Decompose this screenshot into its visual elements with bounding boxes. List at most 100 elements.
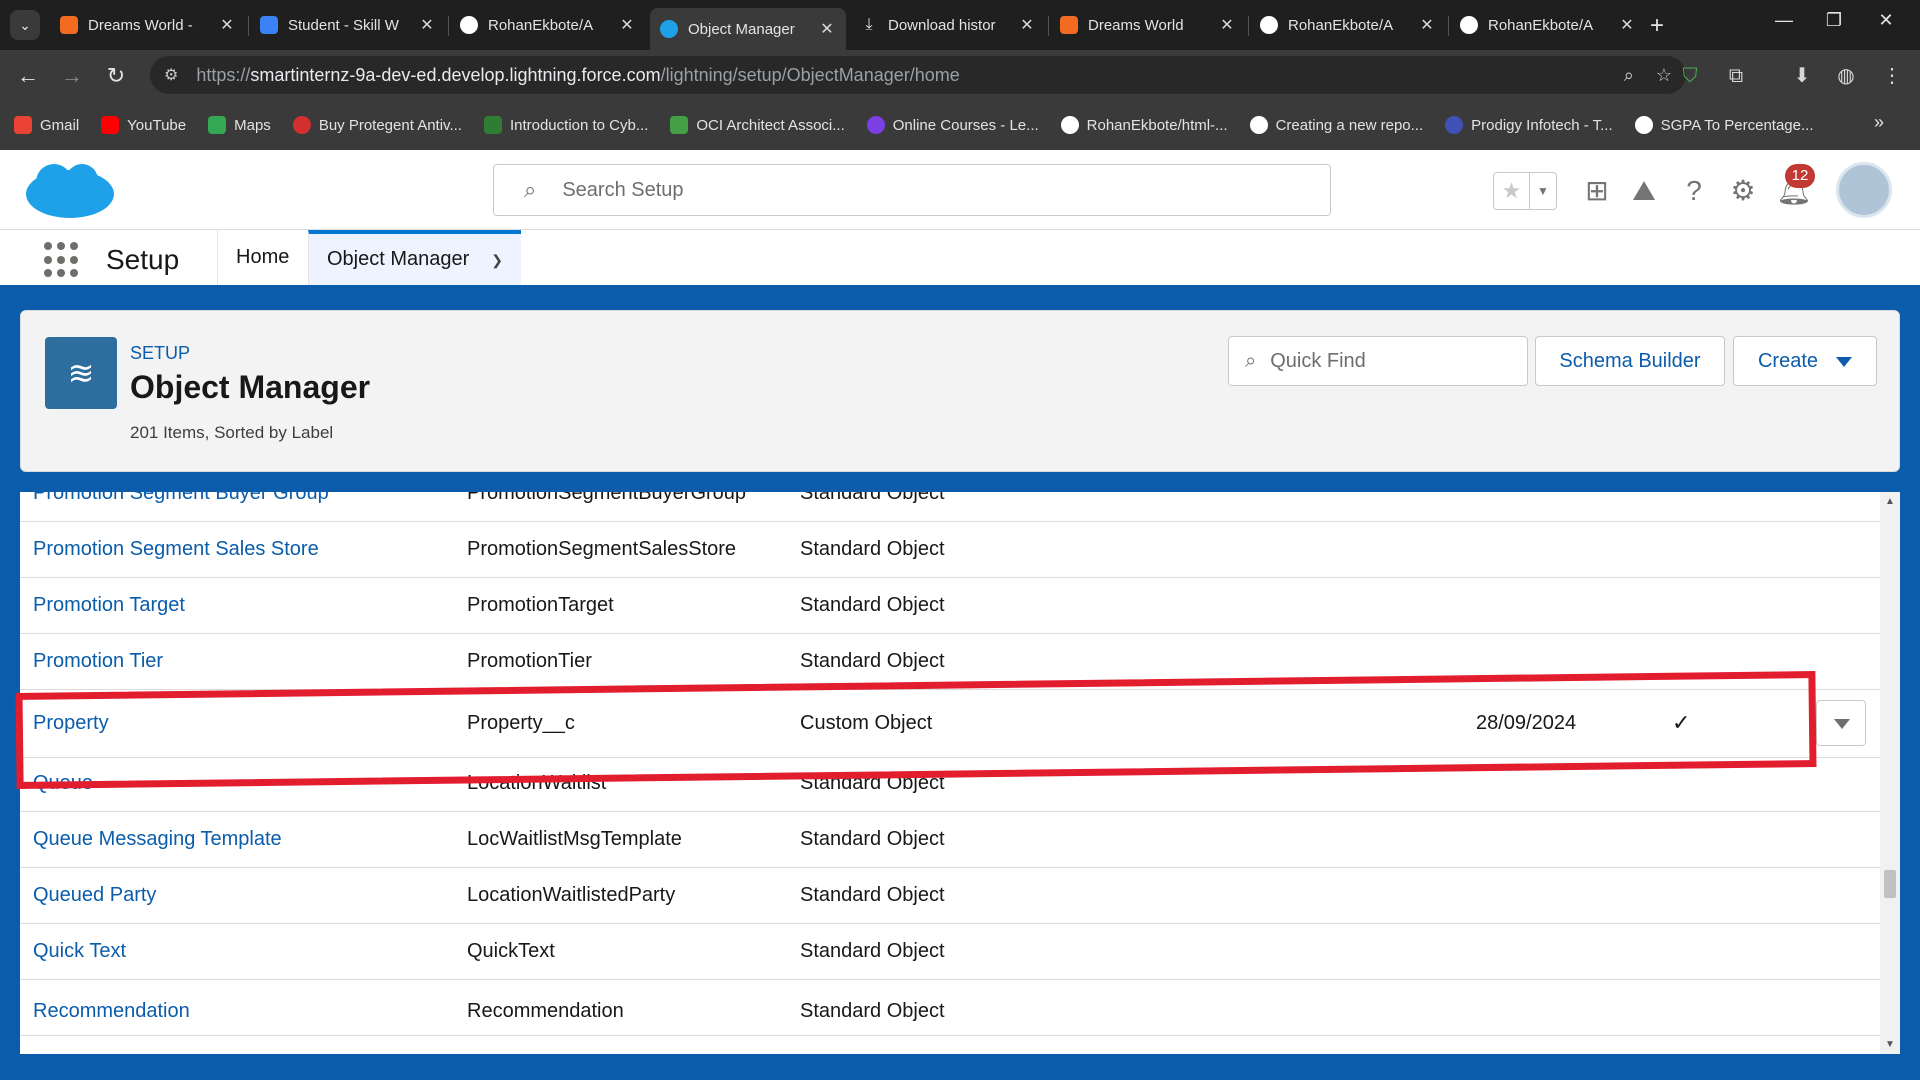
object-label-link[interactable]: Queued Party [33, 884, 156, 907]
api-name: LocationWaitlist [467, 772, 607, 794]
object-type: Standard Object [800, 594, 945, 616]
create-button[interactable]: Create [1733, 336, 1877, 386]
favorite-star-icon[interactable]: ★ [1494, 173, 1530, 209]
minimize-icon[interactable]: — [1764, 10, 1804, 31]
close-icon[interactable]: ✕ [1618, 15, 1636, 35]
user-avatar[interactable] [1836, 162, 1892, 218]
schema-builder-button[interactable]: Schema Builder [1535, 336, 1725, 386]
download-status-icon[interactable]: ⬇ [1788, 62, 1816, 90]
close-icon[interactable]: ✕ [218, 15, 236, 35]
object-label-link[interactable]: Quick Text [33, 940, 126, 963]
back-arrow-icon[interactable]: ← [14, 62, 42, 90]
breadcrumb[interactable]: SETUP [130, 343, 190, 364]
new-tab-button[interactable]: + [1650, 12, 1664, 40]
url-text[interactable]: https://smartinternz-9a-dev-ed.develop.l… [196, 65, 1601, 86]
tab-search-button[interactable]: ⌄ [10, 10, 40, 40]
bookmark-item[interactable]: YouTube [101, 116, 186, 134]
scrollbar-thumb[interactable] [1884, 870, 1896, 898]
table-row: Queue LocationWaitlist Standard Object [20, 758, 1880, 812]
table-row: Queued Party LocationWaitlistedParty Sta… [20, 868, 1880, 924]
table-scrollbar[interactable]: ▲ ▼ [1880, 492, 1900, 1054]
site-settings-icon[interactable]: ⚙ [164, 65, 178, 85]
browser-tab[interactable]: RohanEkbote/A ✕ [1250, 8, 1446, 42]
oracle-icon [670, 116, 689, 134]
object-label-link[interactable]: Promotion Tier [33, 650, 163, 673]
trailhead-guidance-icon[interactable]: ⛰ [1627, 174, 1661, 208]
close-window-icon[interactable]: ✕ [1866, 10, 1906, 31]
bookmark-item[interactable]: Buy Protegent Antiv... [292, 116, 462, 134]
bookmark-item[interactable]: Online Courses - Le... [866, 116, 1039, 134]
bookmark-item[interactable]: Gmail [14, 116, 79, 134]
object-label-link[interactable]: Promotion Segment Sales Store [33, 538, 319, 561]
bookmark-item[interactable]: Introduction to Cyb... [483, 116, 648, 134]
bookmark-item[interactable]: RohanEkbote/html-... [1060, 116, 1228, 134]
object-label-link[interactable]: Queue Messaging Template [33, 828, 282, 851]
github-icon [1260, 16, 1278, 34]
object-manager-header: ≋ SETUP Object Manager 201 Items, Sorted… [20, 310, 1900, 472]
shield-extension-icon[interactable]: ⛉ [1676, 62, 1704, 90]
address-bar[interactable]: ⚙ https://smartinternz-9a-dev-ed.develop… [150, 56, 1686, 94]
close-icon[interactable]: ✕ [1418, 15, 1436, 35]
api-name: Property__c [467, 712, 575, 734]
browser-menu-icon[interactable]: ⋮ [1878, 62, 1906, 90]
page-bottom-band [0, 1054, 1920, 1080]
bookmark-item[interactable]: SGPA To Percentage... [1634, 116, 1814, 134]
bookmark-item[interactable]: Maps [208, 116, 271, 134]
object-type: Standard Object [800, 828, 945, 850]
quick-find-box[interactable]: ⌕ [1228, 336, 1528, 386]
profile-icon[interactable]: ◍ [1832, 62, 1860, 90]
browser-tab[interactable]: Dreams World - ✕ [50, 8, 246, 42]
bookmark-item[interactable]: OCI Architect Associ... [670, 116, 845, 134]
salesforce-logo[interactable] [24, 162, 116, 222]
api-name: PromotionTier [467, 650, 592, 672]
close-icon[interactable]: ✕ [818, 19, 836, 39]
setup-gear-icon[interactable]: ⚙ [1726, 174, 1760, 208]
tab-title: Student - Skill W [288, 16, 399, 34]
skillwallet-icon [260, 16, 278, 34]
chevron-down-icon[interactable]: ❯ [491, 252, 503, 268]
close-icon[interactable]: ✕ [1018, 15, 1036, 35]
zoom-icon[interactable]: ⌕ [1624, 65, 1634, 86]
nav-item-object-manager[interactable]: Object Manager ❯ [308, 230, 522, 285]
close-icon[interactable]: ✕ [418, 15, 436, 35]
restore-icon[interactable]: ❐ [1814, 10, 1854, 31]
extensions-puzzle-icon[interactable]: ⧉ [1722, 62, 1750, 90]
browser-tab[interactable]: RohanEkbote/A ✕ [450, 8, 646, 42]
nav-item-home[interactable]: Home [217, 230, 307, 285]
browser-tab[interactable]: Student - Skill W ✕ [250, 8, 446, 42]
reload-icon[interactable]: ↻ [102, 62, 130, 90]
browser-tab[interactable]: RohanEkbote/A ✕ [1450, 8, 1646, 42]
search-setup-input[interactable] [562, 178, 1263, 202]
object-label-link[interactable]: Property [33, 712, 109, 735]
scroll-up-arrow-icon[interactable]: ▲ [1885, 496, 1895, 507]
object-label-link[interactable]: Promotion Target [33, 594, 185, 617]
forward-arrow-icon[interactable]: → [58, 62, 86, 90]
close-icon[interactable]: ✕ [1218, 15, 1236, 35]
tab-title: Dreams World [1088, 16, 1184, 34]
tab-title: RohanEkbote/A [1288, 16, 1394, 34]
more-bookmarks-icon[interactable]: » [1874, 112, 1884, 133]
global-search-box[interactable]: ⌕ [493, 164, 1331, 216]
browser-tab[interactable]: Dreams World ✕ [1050, 8, 1246, 42]
global-actions-add-icon[interactable]: ⊞ [1580, 174, 1614, 208]
scroll-down-arrow-icon[interactable]: ▼ [1885, 1039, 1895, 1050]
help-icon[interactable]: ? [1677, 174, 1711, 208]
close-icon[interactable]: ✕ [618, 15, 636, 35]
bookmark-item[interactable]: Prodigy Infotech - T... [1445, 116, 1613, 134]
bookmark-star-icon[interactable]: ☆ [1656, 65, 1672, 86]
table-row: Queue Messaging Template LocWaitlistMsgT… [20, 812, 1880, 868]
protegent-icon [292, 116, 311, 134]
table-row: Promotion Segment Buyer Group PromotionS… [20, 492, 1880, 522]
object-label-link[interactable]: Queue [33, 772, 93, 795]
favorites-dropdown-icon[interactable]: ▼ [1530, 173, 1556, 209]
row-actions-dropdown-button[interactable] [1816, 700, 1866, 746]
bookmark-item[interactable]: Creating a new repo... [1249, 116, 1423, 134]
object-type: Standard Object [800, 538, 945, 560]
quick-find-input[interactable] [1270, 349, 1511, 373]
object-label-link[interactable]: Promotion Segment Buyer Group [33, 492, 329, 505]
table-row: Quick Text QuickText Standard Object [20, 924, 1880, 980]
browser-tab-active[interactable]: Object Manager ✕ [650, 8, 846, 50]
app-launcher-icon[interactable] [44, 242, 80, 278]
object-label-link[interactable]: Recommendation [33, 1000, 190, 1023]
browser-tab[interactable]: ⤓ Download histor ✕ [850, 8, 1046, 42]
